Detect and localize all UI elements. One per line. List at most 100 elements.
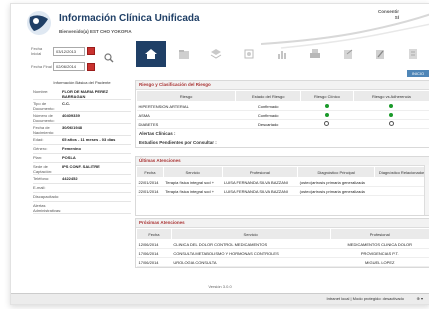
- risk-name: HIPERTENSION ARTERIAL: [136, 101, 236, 111]
- visit-prof: LUISA FERNANDA SILVA BAZZANI: [222, 186, 298, 196]
- patient-field-row: Sede de Captación: IPS CONF. SALITRE: [33, 163, 131, 175]
- upcoming-visits-body: 12/06/2014 CLINICA DEL DOLOR CONTROL MEDI…: [136, 239, 429, 267]
- table-row[interactable]: 22/01/2014 Terapia física integral sod + L…: [136, 186, 429, 196]
- document-button[interactable]: [398, 41, 428, 67]
- date-filter: Fecha Inicial 03/12/2013 Fecha Final 02/…: [31, 46, 95, 77]
- patient-field-value: IPS CONF. SALITRE: [62, 164, 100, 169]
- column-header: Diagnóstico Relacionados: [374, 166, 429, 178]
- upcoming-servicio: UROLOGIA CONSULTA: [171, 257, 330, 267]
- risk-indicator-cell: [300, 119, 354, 129]
- folder-icon: [178, 50, 189, 59]
- zoom-control[interactable]: ⊕ ▾: [417, 296, 423, 301]
- table-row[interactable]: 12/06/2014 CLINICA DEL DOLOR CONTROL MEDI…: [136, 239, 429, 249]
- status-dot-empty: [388, 121, 394, 126]
- patient-field-label: Teléfono:: [33, 176, 50, 181]
- edit-icon: [376, 50, 385, 59]
- upcoming-fecha: 12/06/2014: [136, 239, 172, 249]
- patient-field-label: Sede de Captación:: [33, 164, 53, 174]
- table-row[interactable]: 22/01/2014 Terapia física integral sod + L…: [136, 177, 429, 187]
- patient-field-label: Número de Documento:: [33, 113, 55, 123]
- end-date-row: Fecha Final 02/06/2014: [31, 62, 95, 71]
- patient-field-label: Plan:: [33, 155, 43, 160]
- inicio-button[interactable]: INICIO: [407, 70, 429, 77]
- risk-indicator-cell: [300, 101, 354, 111]
- patient-field-label: Discapacitado:: [33, 194, 60, 199]
- settings-button[interactable]: [234, 41, 264, 67]
- patient-field-label: Alertas Administrativas:: [33, 203, 62, 213]
- home-button[interactable]: [136, 41, 166, 67]
- end-date-input[interactable]: 02/06/2014: [53, 62, 85, 71]
- search-icon[interactable]: [104, 53, 114, 63]
- upcoming-fecha: 17/06/2014: [136, 257, 172, 267]
- share-button[interactable]: [333, 41, 363, 67]
- table-row[interactable]: HIPERTENSION ARTERIAL Confirmado: [136, 101, 429, 111]
- patient-field-value: 4422452: [62, 176, 78, 181]
- patient-field-value: C.C.: [62, 101, 70, 106]
- column-header: Servicio: [162, 166, 223, 178]
- consent-value: SÍ: [394, 15, 399, 20]
- patient-field-row: Alertas Administrativas:: [33, 202, 131, 214]
- risk-status: Confirmado: [235, 101, 301, 111]
- welcome-text: Bienvenido(a) EST CHO YOKOFIA: [59, 29, 132, 34]
- logo-icon: [27, 11, 51, 35]
- upcoming-prof: MIGUEL LOPEZ: [330, 257, 429, 267]
- visit-rel: [374, 186, 429, 196]
- visit-servicio: Terapia física integral sod +: [163, 177, 223, 187]
- home-icon: [144, 49, 157, 59]
- start-date-input[interactable]: 03/12/2013: [53, 46, 85, 56]
- column-header: Diagnóstico Principal: [297, 166, 376, 178]
- app-title: Información Clínica Unificada: [59, 13, 200, 24]
- patient-panel-title: Información Básica del Paciente: [53, 80, 111, 85]
- print-button[interactable]: [300, 41, 330, 67]
- risk-name: ASMA: [136, 110, 236, 120]
- settings-icon: [244, 49, 254, 59]
- document-icon: [409, 49, 418, 59]
- table-row[interactable]: ASMA Confirmado: [136, 110, 429, 120]
- column-header: Profesional: [221, 166, 299, 178]
- print-icon: [309, 49, 320, 58]
- patient-field-label: Tipo de Documento:: [33, 101, 55, 111]
- patient-fields: Nombre: FLOR DE MARIA PEREZ BARRAGAN Tipo …: [33, 88, 131, 214]
- table-row[interactable]: 17/06/2014 UROLOGIA CONSULTA MIGUEL LOPEZ: [136, 257, 429, 267]
- app-window: Información Clínica Unificada Bienvenido…: [10, 3, 429, 305]
- version-footer: Versión 3.0.0: [208, 284, 232, 289]
- visit-servicio: Terapia física integral sod +: [163, 186, 223, 196]
- folder-button[interactable]: [169, 41, 199, 67]
- scrollbar[interactable]: [424, 165, 429, 215]
- patient-field-row: Género: Femenino: [33, 145, 131, 154]
- recent-visits-body: 22/01/2014 Terapia física integral sod + L…: [136, 177, 429, 196]
- recent-visits-panel: Últimas Atenciones Fecha Servicio Profesio…: [135, 156, 429, 216]
- upcoming-visits-title: Próximas Atenciones: [136, 219, 429, 228]
- patient-field-label: Nombre:: [33, 89, 49, 94]
- patient-field-label: E-mail:: [33, 185, 46, 190]
- risk-name: DIABETES: [136, 119, 236, 129]
- consent-label[interactable]: Consentir SÍ: [378, 9, 399, 20]
- calendar-icon[interactable]: [87, 62, 95, 71]
- visit-diag: (osteo)artrosis primaria generalizada: [297, 177, 375, 187]
- patient-field-row: Fecha de Nacimiento: 30/06/1948: [33, 124, 131, 136]
- risk-indicator-cell: [300, 110, 354, 120]
- share-icon: [343, 49, 352, 59]
- consent-text: Consentir: [377, 9, 399, 14]
- layers-button[interactable]: [202, 41, 232, 67]
- visit-fecha: 22/01/2014: [136, 186, 164, 196]
- calendar-icon[interactable]: [87, 47, 95, 55]
- patient-field-value: [62, 202, 131, 213]
- status-dot-green: [324, 112, 329, 117]
- column-header: Fecha: [136, 166, 164, 178]
- patient-field-value: POSLA: [62, 155, 76, 160]
- start-date-label: Fecha Inicial: [31, 46, 43, 56]
- table-row[interactable]: 17/06/2014 CONSULTA METABOLISMO Y HORMONA…: [136, 248, 429, 258]
- end-date-label: Fecha Final: [31, 64, 52, 69]
- chart-button[interactable]: [267, 41, 297, 67]
- clinical-alerts: Alertas Clínicas :: [139, 131, 176, 136]
- patient-field-row: Plan: POSLA: [33, 154, 131, 163]
- table-row[interactable]: DIABETES Descartado: [136, 119, 429, 129]
- edit-button[interactable]: [365, 41, 395, 67]
- column-header: Profesional: [329, 228, 429, 240]
- patient-field-value: FLOR DE MARIA PEREZ BARRAGAN: [62, 89, 109, 99]
- patient-field-row: Discapacitado:: [33, 193, 131, 202]
- patient-panel: Información Básica del Paciente Nombre: F…: [33, 80, 131, 214]
- risk-indicator-cell: [353, 110, 429, 120]
- start-date-row: Fecha Inicial 03/12/2013: [31, 46, 95, 56]
